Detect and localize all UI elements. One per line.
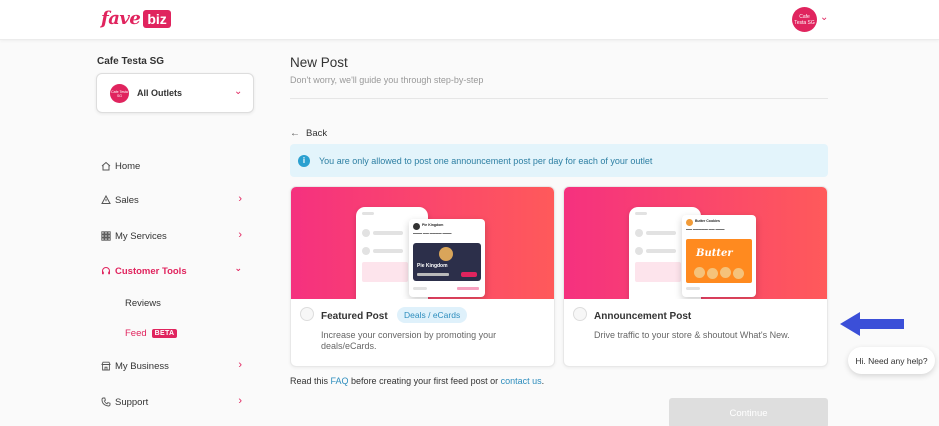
sidebar-item-my-services[interactable]: My Services › — [100, 228, 246, 244]
announcement-post-radio[interactable] — [573, 307, 587, 321]
sidebar-item-label: Home — [115, 160, 141, 172]
continue-button[interactable]: Continue — [669, 398, 828, 426]
footer-text: Read this — [290, 376, 331, 386]
featured-post-illustration: Pie Kingdom ▬▬▬ ▬▬ ▬▬▬▬ ▬▬▬ Pie Kingdom — [291, 187, 554, 299]
sidebar-item-support[interactable]: Support › — [100, 394, 246, 410]
logo-fave-text: fave — [101, 8, 141, 29]
sidebar-item-home[interactable]: Home — [100, 158, 246, 174]
info-banner: i You are only allowed to post one annou… — [290, 144, 828, 177]
sidebar-subitem-reviews[interactable]: Reviews — [125, 298, 161, 309]
outlet-avatar: Cafe Testa SG — [110, 84, 129, 103]
preview-announcement-banner: Butter — [686, 239, 752, 283]
sidebar-item-my-business[interactable]: My Business › — [100, 358, 246, 374]
chevron-right-icon: › — [238, 395, 242, 407]
home-icon — [100, 160, 112, 172]
sidebar-item-label: Customer Tools — [115, 265, 187, 277]
chevron-right-icon: › — [238, 193, 242, 205]
featured-post-card[interactable]: Pie Kingdom ▬▬▬ ▬▬ ▬▬▬▬ ▬▬▬ Pie Kingdom … — [290, 186, 555, 367]
footer-text: . — [541, 376, 545, 386]
chevron-down-icon: ⌄ — [234, 86, 243, 97]
grid-icon — [100, 230, 112, 242]
sidebar-subitem-feed[interactable]: Feed BETA — [125, 328, 178, 339]
headset-icon — [100, 265, 112, 277]
arrow-left-icon: ← — [290, 128, 300, 139]
page-subtitle: Don't worry, we'll guide you through ste… — [290, 75, 484, 85]
preview-deal-banner: Pie Kingdom — [413, 243, 481, 281]
info-icon: i — [298, 154, 310, 167]
preview-banner-title: Pie Kingdom — [417, 263, 448, 269]
announcement-post-illustration: Butter Cookies ▬▬ ▬▬▬▬▬ ▬▬ ▬▬▬ Butter — [564, 187, 827, 299]
sidebar-item-label: My Business — [115, 360, 169, 372]
sidebar-item-label: My Services — [115, 230, 167, 242]
back-label: Back — [306, 128, 328, 139]
featured-post-description: Increase your conversion by promoting yo… — [321, 330, 497, 351]
sidebar-item-sales[interactable]: Sales › — [100, 192, 246, 208]
help-chat-button[interactable]: Hi. Need any help? — [848, 347, 935, 374]
footer-text: before creating your first feed post or — [348, 376, 501, 386]
back-button[interactable]: ← Back — [290, 128, 327, 139]
chevron-right-icon: › — [238, 229, 242, 241]
faq-link[interactable]: FAQ — [331, 376, 349, 386]
footer-note: Read this FAQ before creating your first… — [290, 376, 544, 386]
announcement-post-title: Announcement Post — [594, 311, 692, 322]
sidebar-item-customer-tools[interactable]: Customer Tools ⌄ — [100, 263, 246, 279]
announcement-post-card[interactable]: Butter Cookies ▬▬ ▬▬▬▬▬ ▬▬ ▬▬▬ Butter An… — [563, 186, 828, 367]
beta-badge: BETA — [151, 329, 178, 338]
featured-preview-popup: Pie Kingdom ▬▬▬ ▬▬ ▬▬▬▬ ▬▬▬ Pie Kingdom — [409, 219, 485, 297]
featured-post-radio[interactable] — [300, 307, 314, 321]
user-avatar[interactable]: Cafe Testa SG — [792, 7, 817, 32]
sidebar-item-label: Support — [115, 396, 149, 408]
sidebar-subitem-label: Feed — [125, 328, 147, 339]
sidebar-item-label: Sales — [115, 194, 139, 206]
outlet-selector-label: All Outlets — [137, 88, 183, 98]
preview-merchant-name: Butter Cookies — [695, 219, 720, 223]
page-title: New Post — [290, 55, 348, 70]
top-bar: fave biz Cafe Testa SG ⌄ — [0, 0, 939, 40]
merchant-name: Cafe Testa SG — [97, 56, 165, 67]
contact-us-link[interactable]: contact us — [501, 376, 542, 386]
announcement-post-description: Drive traffic to your store & shoutout W… — [594, 330, 790, 340]
arrow-left-annotation-icon — [840, 312, 904, 336]
featured-post-title: Featured Post — [321, 311, 388, 322]
sidebar-subitem-label: Reviews — [125, 298, 161, 309]
divider — [290, 98, 828, 99]
info-banner-text: You are only allowed to post one announc… — [319, 155, 653, 166]
chevron-down-icon: ⌄ — [234, 263, 242, 273]
chevron-down-icon[interactable]: ⌄ — [820, 12, 828, 23]
logo-biz-badge: biz — [143, 9, 171, 28]
sidebar: Cafe Testa SG Cafe Testa SG All Outlets … — [0, 40, 270, 426]
preview-banner-title: Butter — [696, 248, 733, 259]
deals-ecards-tag: Deals / eCards — [397, 307, 468, 323]
store-icon — [100, 360, 112, 372]
preview-merchant-name: Pie Kingdom — [422, 223, 444, 227]
phone-icon — [100, 396, 112, 408]
announcement-preview-popup: Butter Cookies ▬▬ ▬▬▬▬▬ ▬▬ ▬▬▬ Butter — [682, 215, 756, 297]
fave-biz-logo[interactable]: fave biz — [101, 8, 171, 29]
chevron-right-icon: › — [238, 359, 242, 371]
sales-icon — [100, 194, 112, 206]
outlet-selector[interactable]: Cafe Testa SG All Outlets ⌄ — [96, 73, 254, 113]
